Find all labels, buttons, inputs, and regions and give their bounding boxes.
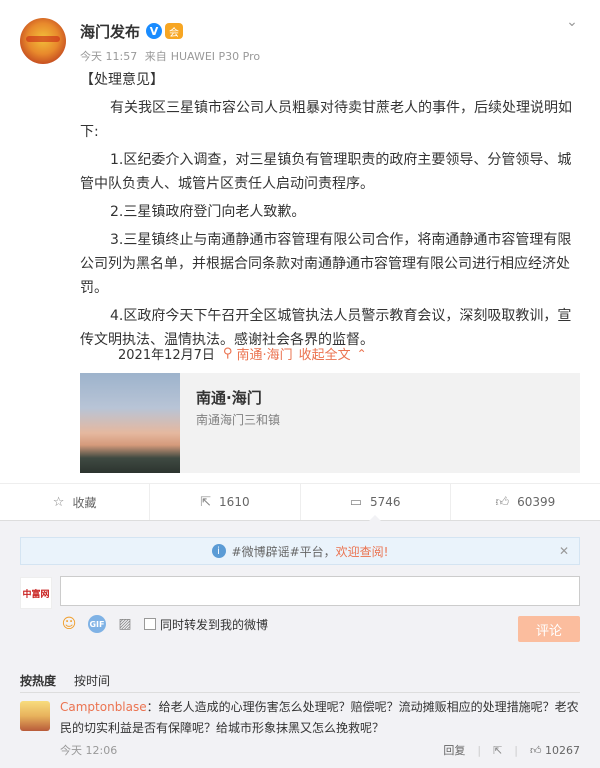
emoji-icon[interactable]: ☺: [60, 615, 78, 633]
post-heading: 【处理意见】: [80, 72, 164, 88]
comment-count: 5746: [370, 495, 401, 509]
post-date: 2021年12月7日: [118, 348, 215, 363]
comment-tools: ☺ GIF ▨ 同时转发到我的微博: [60, 615, 268, 633]
comment-input[interactable]: [60, 576, 580, 606]
location-card[interactable]: 南通·海门 南通海门三和镇: [80, 373, 580, 473]
comment-text: Camptonblase：给老人造成的心理伤害怎么处理呢？赔偿呢？流动摊贩相应的…: [60, 697, 580, 739]
member-icon: 会: [165, 23, 184, 39]
location-row: 2021年12月7日 ⚲ 南通·海门 收起全文 ⌃: [118, 344, 367, 363]
comment-like-count: 10267: [545, 743, 580, 757]
forward-label[interactable]: 同时转发到我的微博: [160, 616, 268, 633]
share-button[interactable]: ⇱ 1610: [150, 484, 301, 520]
divider: [20, 692, 580, 693]
commenter-avatar[interactable]: [20, 701, 50, 731]
chevron-down-icon[interactable]: ⌄: [564, 14, 580, 30]
verified-icon: V: [146, 23, 163, 39]
author-name[interactable]: 海门发布: [80, 21, 140, 42]
sort-by-hot[interactable]: 按热度: [20, 672, 56, 689]
rumor-notice: i #微博辟谣#平台， 欢迎查阅! ✕: [20, 537, 580, 565]
separator: |: [477, 743, 482, 757]
location-link[interactable]: 南通·海门: [236, 344, 292, 363]
post-intro: 有关我区三星镇市容公司人员粗暴对待卖甘蔗老人的事件，后续处理说明如下:: [80, 100, 572, 140]
sort-by-time[interactable]: 按时间: [74, 672, 110, 689]
avatar[interactable]: [20, 18, 66, 64]
collapse-link[interactable]: 收起全文: [299, 344, 351, 363]
close-icon[interactable]: ✕: [559, 544, 569, 558]
share-count: 1610: [219, 495, 250, 509]
comment-like-button[interactable]: 👍︎ 10267: [530, 744, 580, 757]
info-icon: i: [211, 544, 226, 558]
card-subtitle: 南通海门三和镇: [196, 413, 281, 427]
post-header: 海门发布 V 会 今天 11:57 来自 HUAWEI P30 Pro ⌄: [0, 0, 600, 66]
separator: |: [514, 743, 518, 757]
my-avatar[interactable]: 中富网: [20, 577, 52, 609]
action-bar: ☆ 收藏 ⇱ 1610 ▭ 5746 👍︎ 60399: [0, 483, 600, 521]
comment-icon: ▭: [349, 494, 362, 510]
comment-share-icon[interactable]: ⇱: [493, 744, 502, 757]
chevron-up-icon[interactable]: ⌃: [357, 347, 367, 361]
share-icon: ⇱: [200, 494, 212, 510]
commenter-name[interactable]: Camptonblase: [60, 700, 147, 714]
notice-link[interactable]: 欢迎查阅!: [336, 543, 389, 560]
post-source: HUAWEI P30 Pro: [170, 50, 261, 63]
comment-time: 今天 12:06: [60, 744, 118, 757]
gif-icon[interactable]: GIF: [88, 615, 106, 633]
location-pin-icon: ⚲: [222, 346, 233, 361]
submit-comment-button[interactable]: 评论: [518, 616, 580, 642]
comment-sort: 按热度 按时间: [20, 672, 110, 689]
notice-text: #微博辟谣#平台，: [231, 544, 336, 559]
post-time[interactable]: 今天 11:57: [80, 50, 137, 63]
location-image: [80, 373, 180, 473]
post-meta: 今天 11:57 来自 HUAWEI P30 Pro: [80, 48, 264, 64]
name-row: 海门发布 V 会: [80, 20, 184, 42]
card-title: 南通·海门: [196, 389, 262, 407]
reply-button[interactable]: 回复: [443, 742, 465, 758]
source-prefix: 来自: [144, 50, 167, 63]
favorite-button[interactable]: ☆ 收藏: [0, 484, 151, 520]
post-item-1: 1.区纪委介入调查，对三星镇负有管理职责的政府主要领导、分管领导、城管中队负责人…: [80, 152, 572, 192]
like-button[interactable]: 👍︎ 60399: [451, 484, 600, 520]
comment-button[interactable]: ▭ 5746: [301, 484, 451, 521]
post-item-3: 3.三星镇终止与南通静通市容管理有限公司合作，将南通静通市容管理有限公司列为黑名…: [80, 232, 572, 296]
star-icon: ☆: [52, 494, 65, 510]
post-item-2: 2.三星镇政府登门向老人致歉。: [110, 204, 306, 220]
post-text: 【处理意见】 有关我区三星镇市容公司人员粗暴对待卖甘蔗老人的事件，后续处理说明如…: [80, 68, 580, 356]
image-icon[interactable]: ▨: [116, 615, 134, 633]
thumbs-up-icon: 👍︎: [495, 494, 510, 510]
thumbs-up-icon: 👍︎: [530, 743, 545, 757]
favorite-label: 收藏: [72, 495, 97, 510]
like-count: 60399: [517, 495, 556, 509]
forward-checkbox[interactable]: [144, 618, 156, 630]
comment-footer: 今天 12:06 回复 | ⇱ | 👍︎ 10267: [60, 742, 580, 758]
